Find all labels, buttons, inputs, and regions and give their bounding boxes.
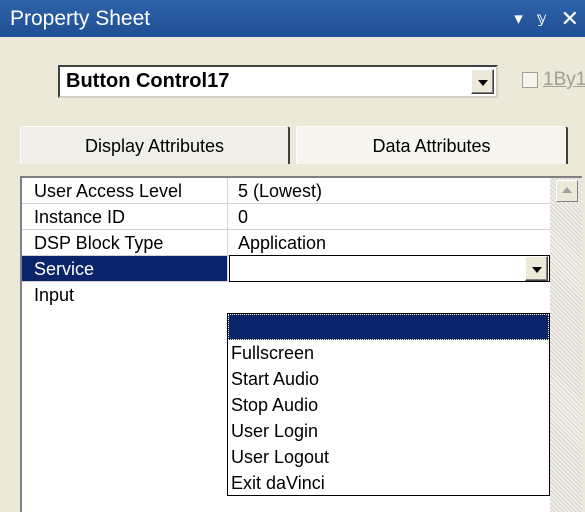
property-row-input[interactable]: Input [22,282,550,308]
one-by-one-label: 1By1 [543,69,585,90]
chevron-down-icon [477,79,488,86]
vertical-scrollbar[interactable] [550,178,582,512]
object-selector-combo[interactable]: Button Control17 [58,65,498,98]
one-by-one-checkbox[interactable] [522,72,538,88]
dropdown-option-empty[interactable] [228,314,549,340]
object-selector-value: Button Control17 [66,70,230,92]
title-controls: ▾ 𝕪 ✕ [514,0,579,37]
dropdown-option-fullscreen[interactable]: Fullscreen [228,340,549,366]
title-bar: Property Sheet ▾ 𝕪 ✕ [0,0,585,37]
property-sheet-window: Property Sheet ▾ 𝕪 ✕ Button Control17 1B… [0,0,585,512]
scroll-up-button[interactable] [556,180,578,202]
chevron-down-icon [531,266,542,273]
service-dropdown-list: Fullscreen Start Audio Stop Audio User L… [227,313,550,496]
service-dropdown-button[interactable] [525,256,548,281]
property-value: 5 (Lowest) [238,181,323,201]
tab-data-attributes[interactable]: Data Attributes [296,126,568,164]
property-value: Application [238,233,327,253]
property-row-service[interactable]: Service [22,255,550,282]
pin-icon[interactable]: 𝕪 [537,11,547,26]
property-value: 0 [238,207,249,227]
property-row-user-access-level[interactable]: User Access Level 5 (Lowest) [22,178,550,204]
one-by-one-option[interactable]: 1By1 [522,69,585,91]
window-menu-icon[interactable]: ▾ [514,10,523,27]
chevron-up-icon [562,187,572,193]
property-name: Instance ID [22,204,228,229]
property-name: User Access Level [22,178,228,203]
dropdown-option-user-logout[interactable]: User Logout [228,444,549,470]
property-name: Service [22,256,228,281]
property-name: Input [34,285,75,305]
dropdown-option-stop-audio[interactable]: Stop Audio [228,392,549,418]
tab-display-attributes[interactable]: Display Attributes [20,126,290,164]
property-row-instance-id[interactable]: Instance ID 0 [22,204,550,230]
close-icon[interactable]: ✕ [561,7,579,30]
dropdown-option-exit-davinci[interactable]: Exit daVinci [228,470,549,496]
window-title: Property Sheet [10,7,151,30]
service-combo[interactable] [229,255,550,282]
dropdown-option-user-login[interactable]: User Login [228,418,549,444]
object-selector-dropdown-button[interactable] [471,69,494,94]
property-name: DSP Block Type [22,230,228,255]
property-row-dsp-block-type[interactable]: DSP Block Type Application [22,230,550,256]
property-value-editor[interactable] [229,255,550,282]
dropdown-option-start-audio[interactable]: Start Audio [228,366,549,392]
